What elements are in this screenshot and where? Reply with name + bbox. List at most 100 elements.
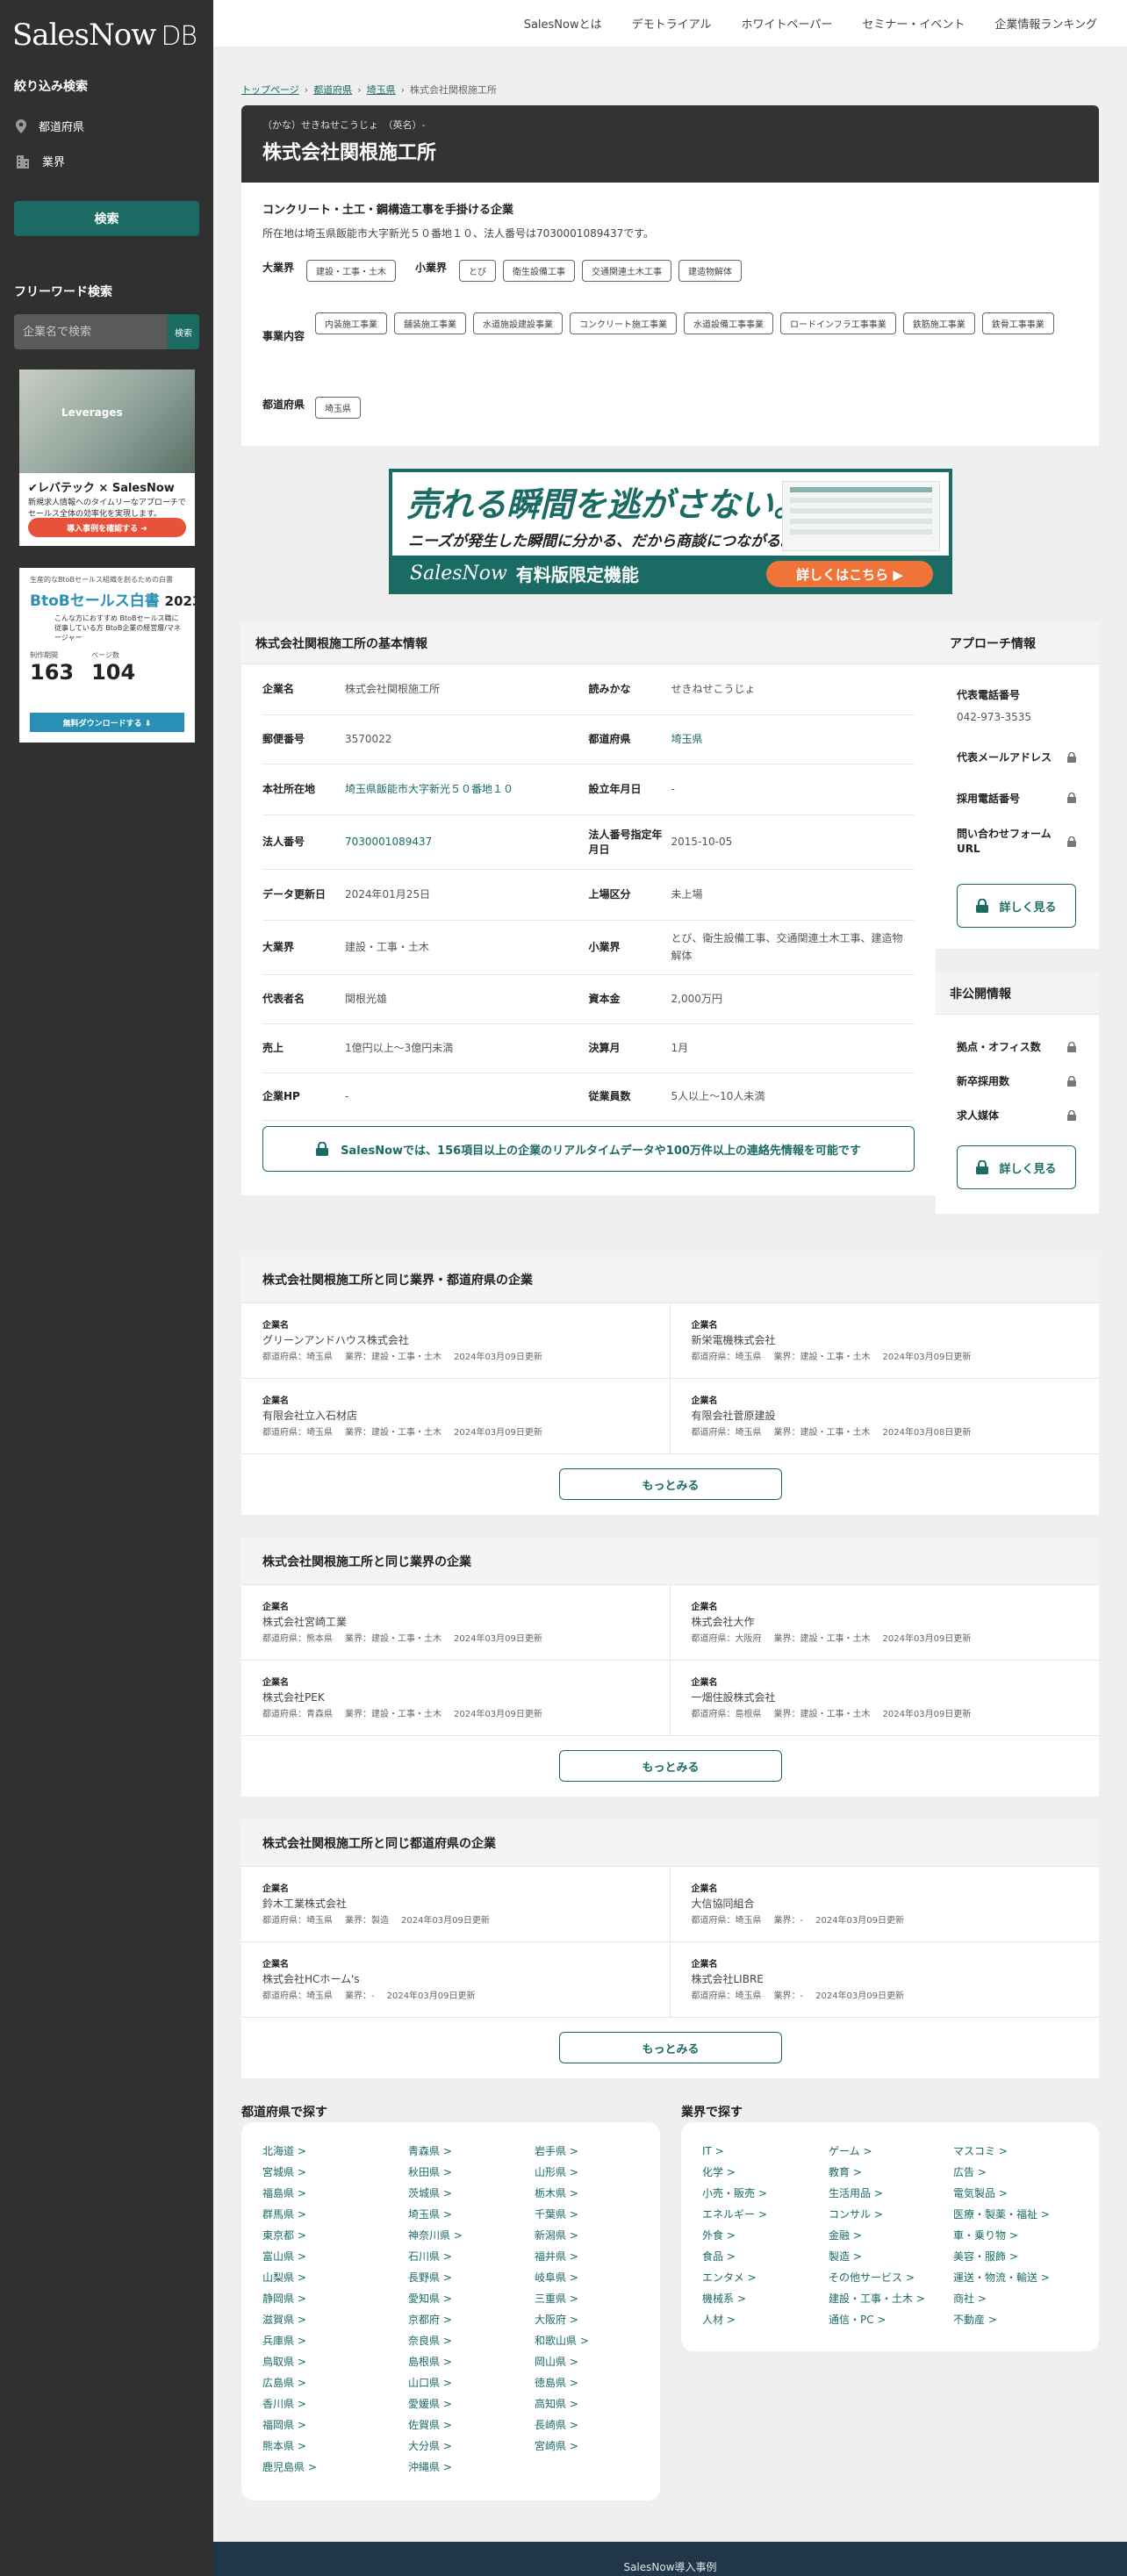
pref-link[interactable]: 和歌山県 > [535, 2333, 657, 2349]
nav-about[interactable]: SalesNowとは [524, 15, 602, 32]
pref-link[interactable]: 埼玉県 > [408, 2206, 535, 2222]
breadcrumb-pref-list[interactable]: 都道府県 [313, 83, 352, 97]
industry-link[interactable]: 運送・物流・輸送 > [953, 2270, 1085, 2285]
tag[interactable]: 埼玉県 [315, 397, 361, 419]
card-company-name[interactable]: 有限会社菅原建設 [692, 1408, 1079, 1423]
pref-link[interactable]: 福岡県 > [262, 2417, 408, 2433]
card-company-name[interactable]: 株式会社宮崎工業 [262, 1614, 649, 1629]
pref-link[interactable]: 三重県 > [535, 2291, 657, 2307]
company-card[interactable]: 企業名 大信協同組合 都道府県：埼玉県 業界：- 2024年03月09日更新 [670, 1867, 1099, 1942]
industry-link[interactable]: 金融 > [829, 2228, 953, 2243]
more-button[interactable]: もっとみる [559, 1468, 782, 1500]
company-card[interactable]: 企業名 有限会社立入石材店 都道府県：埼玉県 業界：建設・工事・土木 2024年03月0… [241, 1379, 671, 1454]
private-more-button[interactable]: 詳しく見る [957, 1145, 1076, 1189]
pref-link[interactable]: 岐阜県 > [535, 2270, 657, 2285]
company-card[interactable]: 企業名 グリーンアンドハウス株式会社 都道府県：埼玉県 業界：建設・工事・土木 2024… [241, 1303, 671, 1379]
pref-link[interactable]: 宮城県 > [262, 2164, 408, 2180]
pref-link[interactable]: 長野県 > [408, 2270, 535, 2285]
filter-industry[interactable]: 業界 [16, 153, 65, 169]
pref-link[interactable]: 京都府 > [408, 2312, 535, 2328]
footer-case-study-link[interactable]: SalesNow導入事例 [623, 2559, 716, 2574]
pref-link[interactable]: 兵庫県 > [262, 2333, 408, 2349]
tag[interactable]: 交通関連土木工事 [582, 260, 671, 282]
pref-link[interactable]: 大阪府 > [535, 2312, 657, 2328]
freeword-search-button[interactable]: 検索 [168, 314, 199, 349]
banner-cta[interactable]: 詳しくはこちら ▶ [766, 561, 933, 587]
industry-link[interactable]: エンタメ > [702, 2270, 829, 2285]
approach-more-button[interactable]: 詳しく見る [957, 884, 1076, 928]
pref-link[interactable]: 神奈川県 > [408, 2228, 535, 2243]
nav-ranking[interactable]: 企業情報ランキング [994, 15, 1097, 32]
industry-link[interactable]: 食品 > [702, 2249, 829, 2264]
pref-link[interactable]: 岩手県 > [535, 2143, 657, 2159]
tag[interactable]: 内装施工事業 [315, 312, 387, 334]
tag[interactable]: 舗装施工事業 [394, 312, 466, 334]
card-company-name[interactable]: 新栄電機株式会社 [692, 1332, 1079, 1347]
pref-link[interactable]: 徳島県 > [535, 2375, 657, 2391]
pref-link[interactable]: 岡山県 > [535, 2354, 657, 2370]
tag[interactable]: とび [459, 260, 496, 282]
industry-link[interactable]: 外食 > [702, 2228, 829, 2243]
pref-link[interactable]: 沖縄県 > [408, 2459, 535, 2475]
industry-link[interactable]: 医療・製薬・福祉 > [953, 2206, 1085, 2222]
pref-link[interactable]: 福井県 > [535, 2249, 657, 2264]
wp-download-button[interactable]: 無料ダウンロードする ⬇ [30, 713, 184, 732]
card-company-name[interactable]: 大信協同組合 [692, 1896, 1079, 1911]
pref-link[interactable]: 青森県 > [408, 2143, 535, 2159]
pref-link[interactable]: 鳥取県 > [262, 2354, 408, 2370]
pref-link[interactable]: 宮崎県 > [535, 2438, 657, 2454]
industry-link[interactable]: 機械系 > [702, 2291, 829, 2307]
pref-link[interactable]: 富山県 > [262, 2249, 408, 2264]
info-value[interactable]: 埼玉県 [671, 731, 710, 748]
filter-prefecture[interactable]: 都道府県 [16, 118, 84, 134]
pref-link[interactable]: 奈良県 > [408, 2333, 535, 2349]
pref-link[interactable]: 愛媛県 > [408, 2396, 535, 2412]
tag[interactable]: 鉄筋施工事業 [902, 312, 975, 334]
industry-link[interactable]: 化学 > [702, 2164, 829, 2180]
industry-link[interactable]: 美容・服飾 > [953, 2249, 1085, 2264]
industry-link[interactable]: 電気製品 > [953, 2185, 1085, 2201]
industry-link[interactable]: 車・乗り物 > [953, 2228, 1085, 2243]
industry-link[interactable]: 商社 > [953, 2291, 1085, 2307]
card-company-name[interactable]: 鈴木工業株式会社 [262, 1896, 649, 1911]
nav-demo[interactable]: デモトライアル [632, 15, 712, 32]
pref-link[interactable]: 高知県 > [535, 2396, 657, 2412]
promo-banner[interactable]: 売れる瞬間を逃がさない。 ニーズが発生した瞬間に分かる、だから商談につながる。 … [389, 469, 952, 594]
pref-link[interactable]: 栃木県 > [535, 2185, 657, 2201]
company-card[interactable]: 企業名 株式会社LIBRE 都道府県：埼玉県 業界：- 2024年03月09日更新 [670, 1942, 1099, 2018]
pref-link[interactable]: 佐賀県 > [408, 2417, 535, 2433]
tag[interactable]: 建設・工事・土木 [306, 260, 396, 282]
industry-link[interactable]: IT > [702, 2143, 829, 2159]
pref-link[interactable]: 島根県 > [408, 2354, 535, 2370]
industry-link[interactable]: 不動産 > [953, 2312, 1085, 2328]
pref-link[interactable]: 北海道 > [262, 2143, 408, 2159]
info-value[interactable]: 埼玉県飯能市大字新光５０番地１０ [345, 781, 520, 798]
info-value[interactable]: 7030001089437 [345, 834, 439, 850]
company-card[interactable]: 企業名 有限会社菅原建設 都道府県：埼玉県 業界：建設・工事・土木 2024年03月08… [670, 1379, 1099, 1454]
more-button[interactable]: もっとみる [559, 2032, 782, 2063]
pref-link[interactable]: 香川県 > [262, 2396, 408, 2412]
company-card[interactable]: 企業名 鈴木工業株式会社 都道府県：埼玉県 業界：製造 2024年03月09日更新 [241, 1867, 671, 1942]
company-card[interactable]: 企業名 株式会社HCホーム's 都道府県：埼玉県 業界：- 2024年03月09日更新 [241, 1942, 671, 2018]
card-company-name[interactable]: 一畑住設株式会社 [692, 1690, 1079, 1704]
logo[interactable]: SalesNow DB [12, 18, 197, 53]
filter-search-button[interactable]: 検索 [14, 201, 199, 236]
company-card[interactable]: 企業名 株式会社大作 都道府県：大阪府 業界：建設・工事・土木 2024年03月09日更… [670, 1585, 1099, 1661]
card-company-name[interactable]: 株式会社大作 [692, 1614, 1079, 1629]
industry-link[interactable]: 教育 > [829, 2164, 953, 2180]
pref-link[interactable]: 石川県 > [408, 2249, 535, 2264]
company-card[interactable]: 企業名 新栄電機株式会社 都道府県：埼玉県 業界：建設・工事・土木 2024年03月09… [670, 1303, 1099, 1379]
pref-link[interactable]: 静岡県 > [262, 2291, 408, 2307]
tag[interactable]: 建造物解体 [678, 260, 742, 282]
ad-levtech[interactable]: Leverages ✔レバテック × SalesNow 新規求人情報へのタイムリ… [19, 370, 195, 546]
industry-link[interactable]: 通信・PC > [829, 2312, 953, 2328]
pref-link[interactable]: 山口県 > [408, 2375, 535, 2391]
breadcrumb-top[interactable]: トップページ [241, 83, 299, 97]
company-card[interactable]: 企業名 一畑住設株式会社 都道府県：島根県 業界：建設・工事・土木 2024年03月09… [670, 1661, 1099, 1736]
card-company-name[interactable]: 株式会社HCホーム's [262, 1971, 649, 1986]
tag[interactable]: 水道設備工事事業 [684, 312, 773, 334]
industry-link[interactable]: 製造 > [829, 2249, 953, 2264]
pref-link[interactable]: 山梨県 > [262, 2270, 408, 2285]
pref-link[interactable]: 秋田県 > [408, 2164, 535, 2180]
tag[interactable]: コンクリート施工事業 [570, 312, 677, 334]
